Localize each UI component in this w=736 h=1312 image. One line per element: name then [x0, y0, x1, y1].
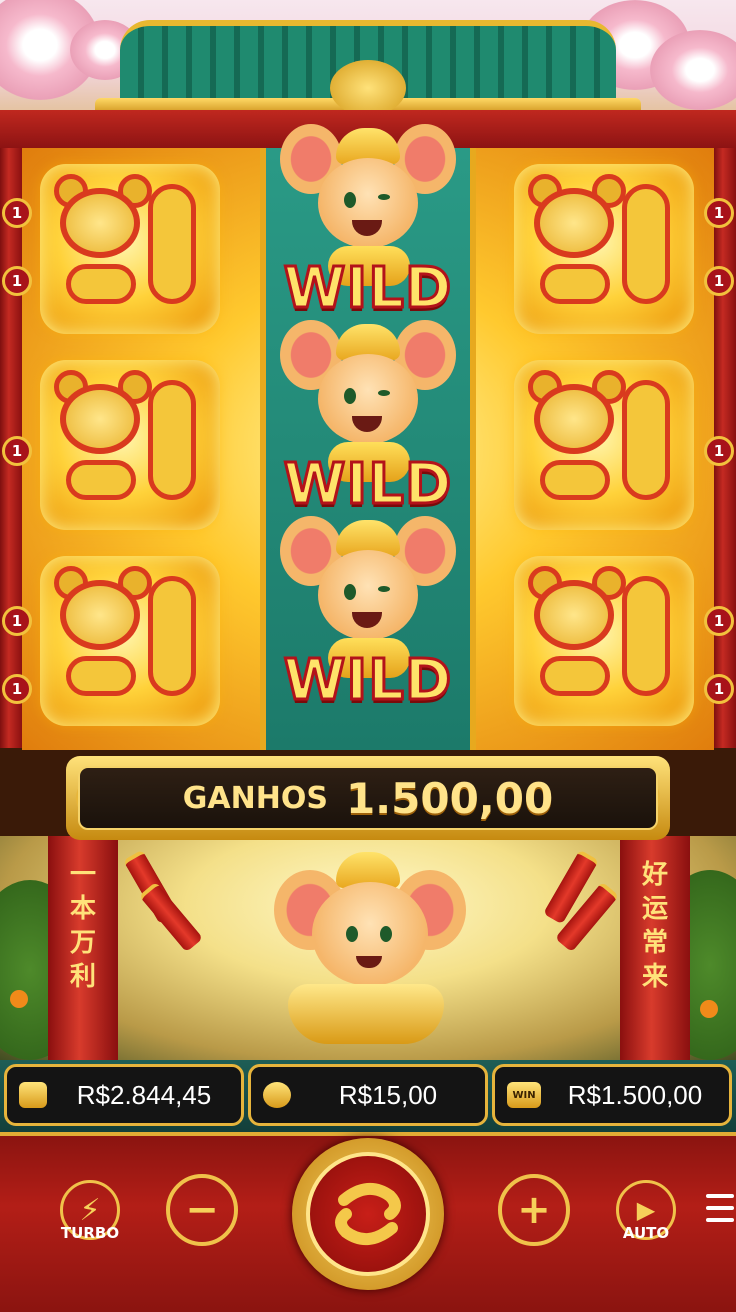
pillar-char: 利	[69, 962, 96, 992]
fu-symbol	[30, 154, 230, 344]
payline-badge: 1	[2, 436, 32, 466]
plus-icon: +	[517, 1187, 551, 1233]
win-amount: 1.500,00	[345, 773, 554, 823]
gold-ingot	[288, 984, 444, 1044]
payline-badge: 1	[2, 198, 32, 228]
spin-button-face[interactable]	[306, 1152, 430, 1276]
wild-symbol: WILD	[266, 516, 470, 720]
coins-icon	[263, 1082, 291, 1108]
mascot-mouse	[264, 846, 474, 1060]
auto-label: AUTO	[622, 1224, 670, 1242]
payline-badge: 1	[704, 266, 734, 296]
left-pillar: 一 本 万 利	[48, 836, 118, 1060]
pillar-char: 一	[69, 860, 96, 890]
payline-badge: 1	[704, 674, 734, 704]
bet-box[interactable]: R$15,00	[248, 1064, 488, 1126]
wild-label: WILD	[282, 451, 453, 519]
payline-badge: 1	[704, 198, 734, 228]
lightning-icon: ⚡	[79, 1192, 101, 1228]
play-icon: ▶	[636, 1196, 656, 1224]
payline-badge: 1	[704, 436, 734, 466]
bet-value: R$15,00	[338, 1079, 438, 1110]
roof-mouse-ornament	[330, 60, 406, 116]
reel-area: WILD WILD WILD	[22, 124, 714, 750]
pillar-char: 好	[641, 860, 668, 890]
increase-bet-button[interactable]: +	[498, 1174, 570, 1246]
wild-symbol: WILD	[266, 320, 470, 524]
turbo-label: TURBO	[60, 1224, 120, 1242]
win-box: WIN R$1.500,00	[492, 1064, 732, 1126]
fu-symbol	[504, 350, 704, 540]
right-pillar: 好 运 常 来	[620, 836, 690, 1060]
win-value: R$1.500,00	[567, 1079, 703, 1110]
pillar-char: 运	[641, 894, 668, 924]
wild-label: WILD	[282, 647, 453, 715]
orange-fruit	[700, 1000, 718, 1018]
balance-value: R$2.844,45	[76, 1079, 212, 1110]
payline-badge: 1	[704, 606, 734, 636]
balance-box: R$2.844,45	[4, 1064, 244, 1126]
fu-symbol	[504, 154, 704, 344]
win-banner: GANHOS 1.500,00	[78, 766, 658, 830]
payline-badge: 1	[2, 266, 32, 296]
fu-symbol	[504, 546, 704, 736]
pillar-char: 万	[69, 928, 96, 958]
spin-arrows-icon	[335, 1183, 401, 1245]
win-icon: WIN	[507, 1082, 541, 1108]
wallet-icon	[19, 1082, 47, 1108]
pillar-char: 本	[69, 894, 96, 924]
fu-symbol	[30, 350, 230, 540]
orange-fruit	[10, 990, 28, 1008]
pillar-char: 常	[641, 928, 668, 958]
payline-badge: 1	[2, 674, 32, 704]
fu-symbol	[30, 546, 230, 736]
menu-icon[interactable]	[706, 1192, 736, 1224]
reel-wild-column: WILD WILD WILD	[260, 124, 476, 750]
payline-badge: 1	[2, 606, 32, 636]
wild-symbol: WILD	[266, 124, 470, 328]
pillar-char: 来	[641, 962, 668, 992]
win-label: GANHOS	[182, 780, 328, 816]
minus-icon: −	[185, 1187, 219, 1233]
decrease-bet-button[interactable]: −	[166, 1174, 238, 1246]
wild-label: WILD	[282, 255, 453, 323]
